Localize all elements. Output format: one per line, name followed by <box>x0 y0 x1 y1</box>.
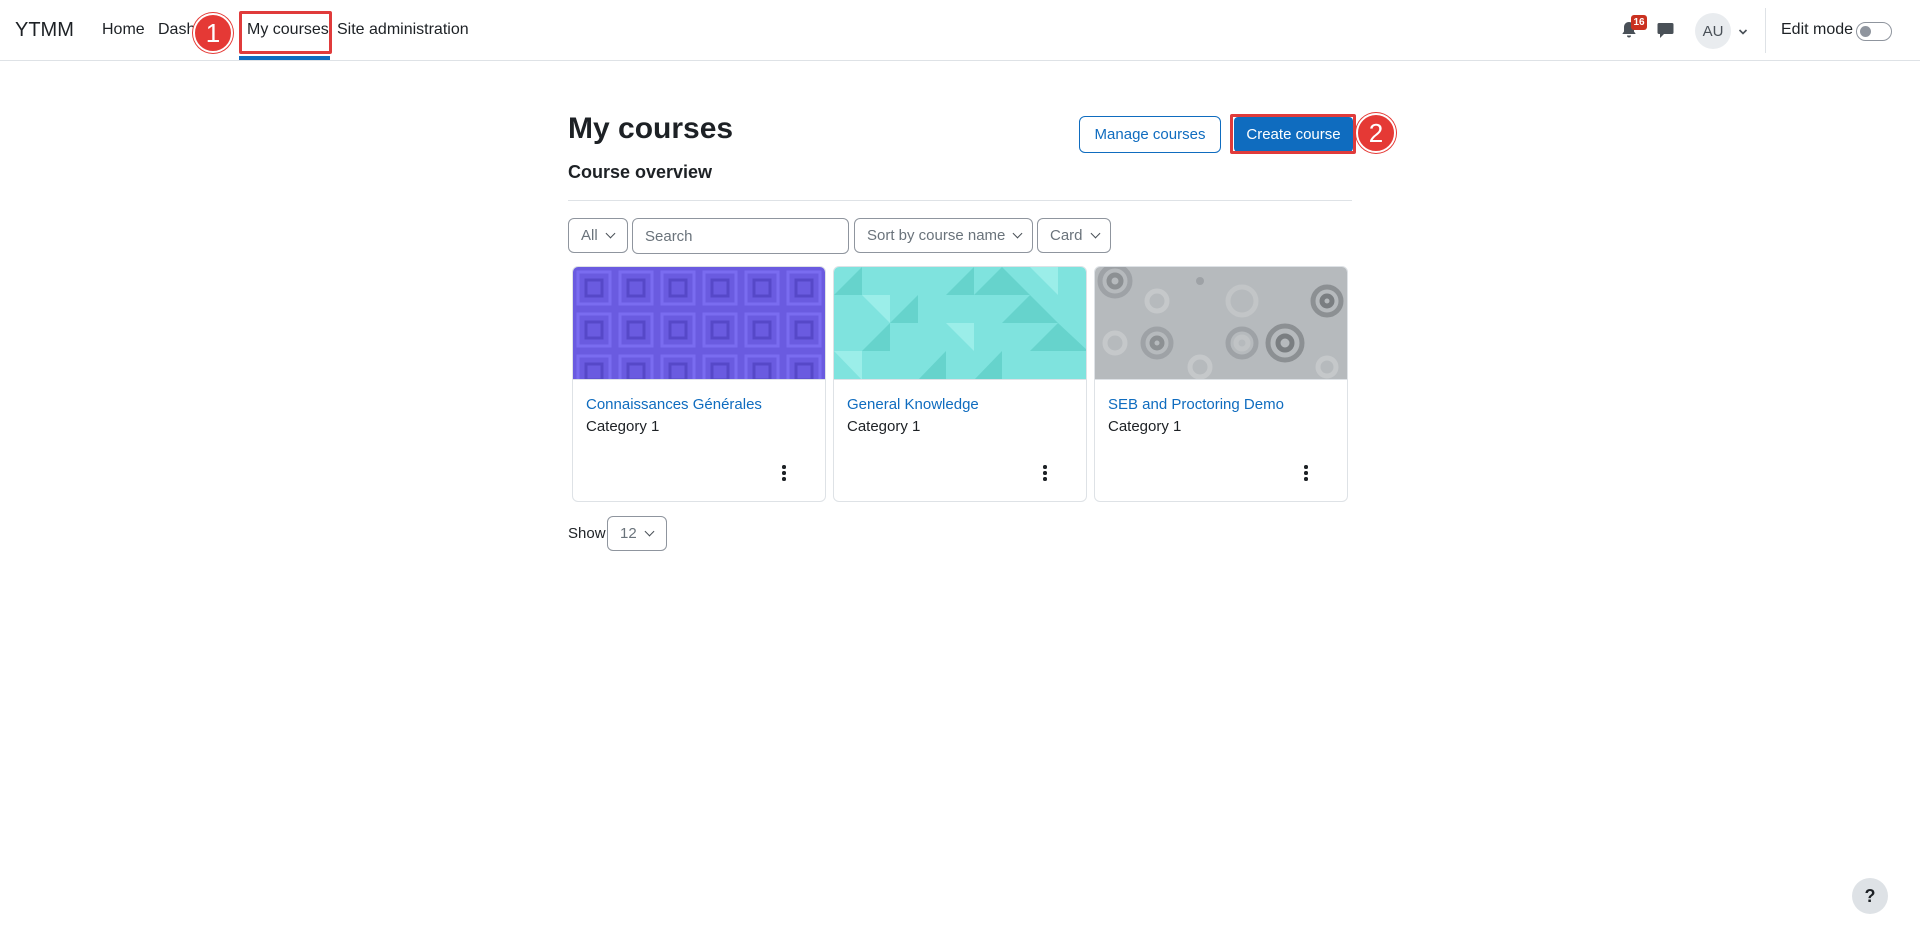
chat-icon[interactable] <box>1657 22 1674 44</box>
active-nav-indicator <box>239 56 330 60</box>
chevron-down-icon <box>1012 228 1023 239</box>
course-overview-heading: Course overview <box>568 162 713 182</box>
course-title[interactable]: Connaissances Générales <box>586 396 762 413</box>
manage-courses-button[interactable]: Manage courses <box>1079 116 1221 153</box>
paging-select[interactable]: 12 <box>607 516 667 551</box>
user-avatar[interactable]: AU <box>1695 13 1731 49</box>
course-card: Connaissances Générales Category 1 <box>572 266 826 502</box>
grouping-value: All <box>581 227 598 244</box>
help-button[interactable]: ? <box>1852 878 1888 914</box>
course-title[interactable]: General Knowledge <box>847 396 979 413</box>
nav-site-administration[interactable]: Site administration <box>337 21 469 39</box>
view-select[interactable]: Card <box>1037 218 1111 253</box>
step-badge-1: 1 <box>193 13 233 53</box>
course-category: Category 1 <box>1108 418 1182 435</box>
edit-mode-label: Edit mode <box>1781 21 1854 38</box>
sort-select[interactable]: Sort by course name <box>854 218 1033 253</box>
course-actions-menu-icon[interactable] <box>776 463 792 483</box>
course-image[interactable] <box>573 267 825 380</box>
course-category: Category 1 <box>847 418 921 435</box>
course-title[interactable]: SEB and Proctoring Demo <box>1108 396 1284 413</box>
chevron-down-icon <box>1090 228 1100 239</box>
course-image[interactable] <box>834 267 1086 380</box>
view-value: Card <box>1050 227 1083 244</box>
page-title: My courses <box>568 112 734 145</box>
navbar-divider <box>1765 8 1766 53</box>
course-card: SEB and Proctoring Demo Category 1 <box>1094 266 1348 502</box>
highlight-create-course <box>1230 114 1356 154</box>
sort-value: Sort by course name <box>867 227 1006 244</box>
nav-home[interactable]: Home <box>102 21 145 39</box>
grouping-select[interactable]: All <box>568 218 628 253</box>
search-input[interactable] <box>632 218 849 254</box>
show-label: Show <box>568 525 606 542</box>
course-actions-menu-icon[interactable] <box>1298 463 1314 483</box>
edit-mode-toggle[interactable] <box>1856 22 1892 41</box>
toggle-knob <box>1860 26 1871 37</box>
course-card: General Knowledge Category 1 <box>833 266 1087 502</box>
chevron-down-icon <box>644 526 655 537</box>
highlight-my-courses <box>239 11 332 54</box>
course-category: Category 1 <box>586 418 660 435</box>
chevron-down-icon <box>605 228 616 239</box>
notification-count-badge: 16 <box>1631 15 1647 30</box>
chevron-down-icon[interactable] <box>1738 24 1748 42</box>
paging-value: 12 <box>620 525 637 542</box>
course-image[interactable] <box>1095 267 1347 380</box>
course-actions-menu-icon[interactable] <box>1037 463 1053 483</box>
step-badge-2: 2 <box>1356 113 1396 153</box>
section-divider <box>568 200 1352 201</box>
site-brand[interactable]: YTMM <box>15 19 74 42</box>
